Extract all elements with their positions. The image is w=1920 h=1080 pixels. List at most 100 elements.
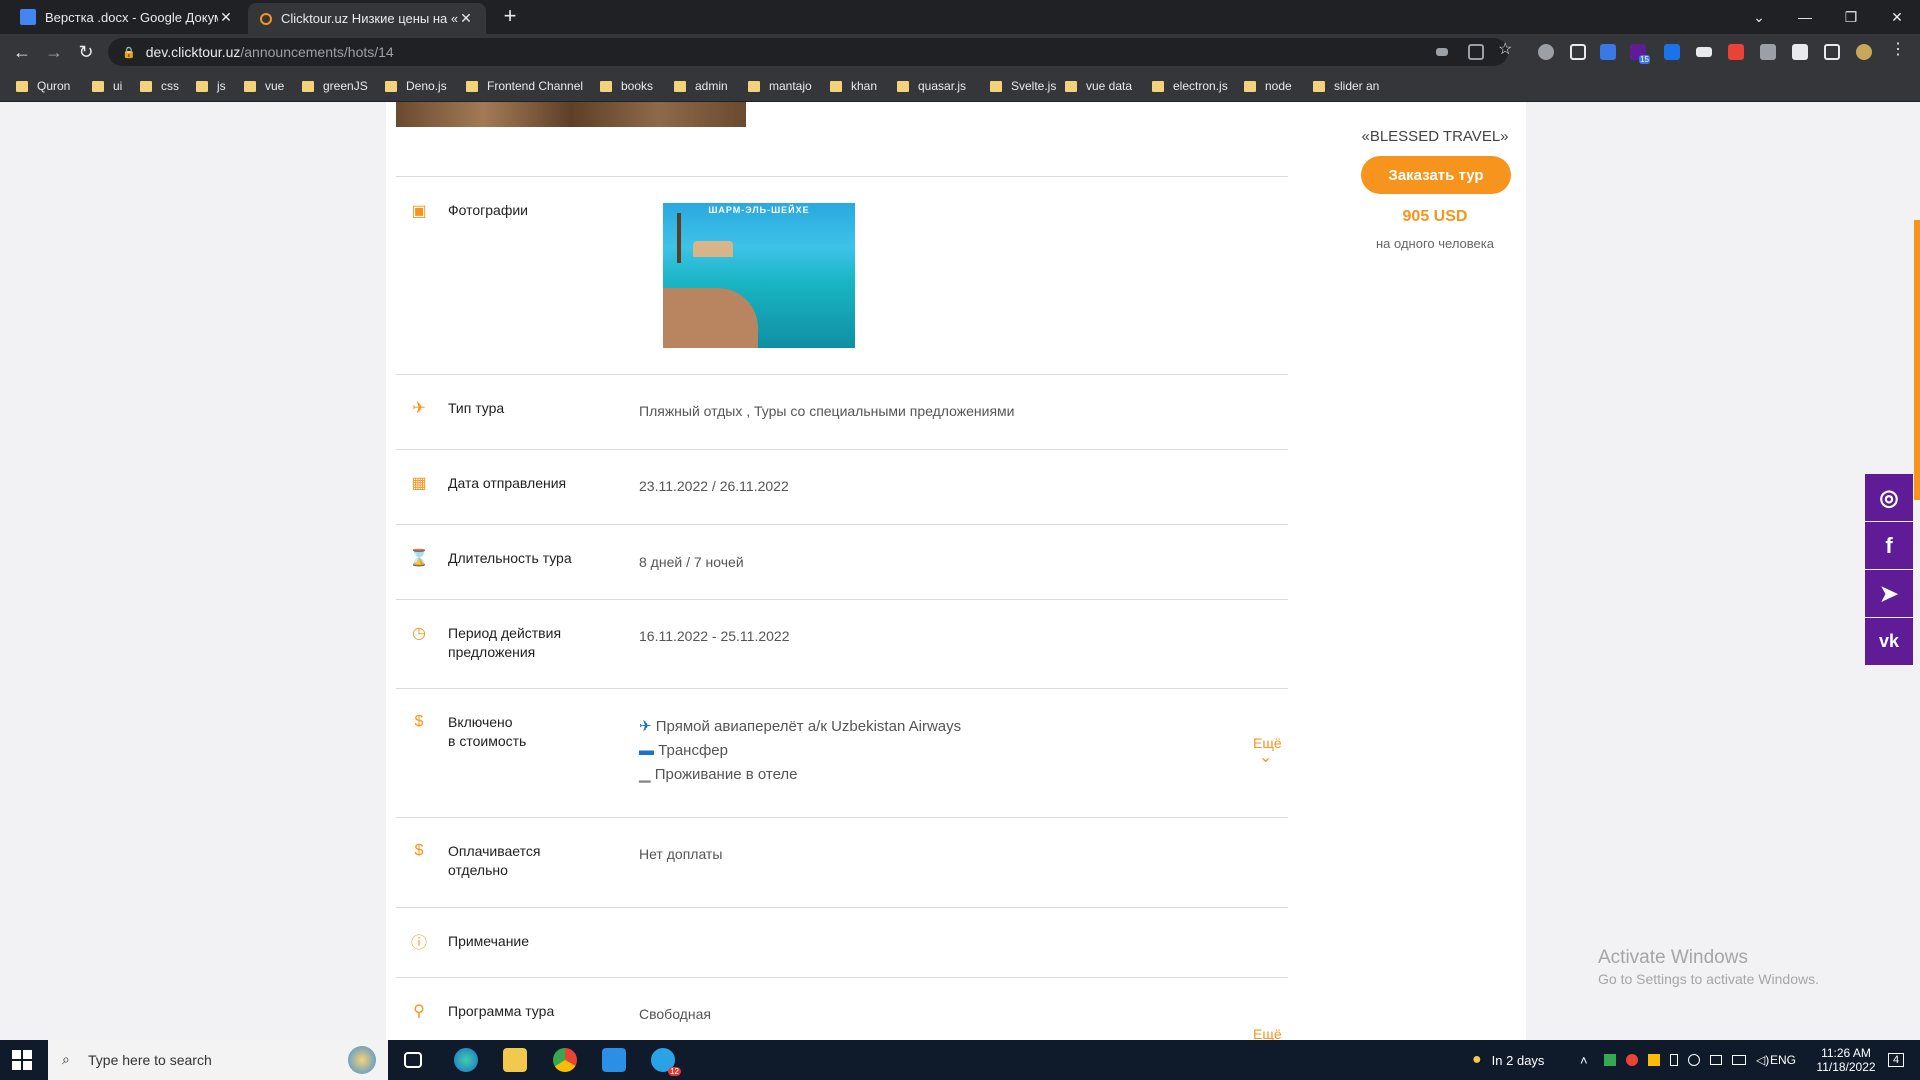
vk-icon[interactable]: vk <box>1865 618 1913 665</box>
extensions-puzzle-icon[interactable] <box>1792 44 1808 60</box>
chevron-down-icon[interactable]: ⌄ <box>1259 747 1272 767</box>
tray-chevron-icon[interactable]: ˄ <box>1580 1040 1588 1080</box>
tab-title: Верстка .docx - Google Докумен <box>45 9 218 25</box>
bookmark-folder[interactable]: greenJS <box>302 70 368 102</box>
share-icon[interactable] <box>1468 44 1484 60</box>
extension-cast-icon[interactable] <box>1696 47 1712 57</box>
bookmark-folder[interactable]: Frontend Channel <box>466 70 583 102</box>
bookmark-folder[interactable]: vue data <box>1065 70 1132 102</box>
maximize-button[interactable]: ❐ <box>1828 0 1874 34</box>
extension-badge-icon[interactable]: 15 <box>1630 44 1650 64</box>
close-window-button[interactable]: ✕ <box>1874 0 1920 34</box>
vue-devtools-icon[interactable] <box>1760 44 1776 60</box>
telegram-app-icon[interactable]: 12 <box>651 1048 681 1076</box>
folder-icon <box>16 80 28 92</box>
url-input[interactable]: 🔒 dev.clicktour.uz/announcements/hots/14 <box>108 38 1508 66</box>
extension-record-icon[interactable] <box>1728 44 1744 60</box>
bookmark-folder[interactable]: Svelte.js <box>990 70 1056 102</box>
minimize-button[interactable]: — <box>1782 0 1828 34</box>
bookmark-folder[interactable]: node <box>1244 70 1292 102</box>
facebook-icon[interactable]: f <box>1865 522 1913 569</box>
close-tab-button[interactable]: ✕ <box>458 10 474 27</box>
bookmark-folder[interactable]: khan <box>830 70 877 102</box>
row-program: ⚲ Программа тура Свободная Ещё <box>396 977 1288 1042</box>
notifications-icon[interactable]: 4 <box>1882 1040 1910 1080</box>
language-indicator[interactable]: ENG <box>1770 1040 1796 1080</box>
clock-icon: ◷ <box>412 625 426 642</box>
reload-button[interactable]: ↻ <box>74 40 98 64</box>
bookmark-folder[interactable]: Deno.js <box>385 70 447 102</box>
folder-icon <box>196 80 208 92</box>
calendar-icon: ▦ <box>411 475 427 492</box>
bookmark-folder[interactable]: quasar.js <box>897 70 966 102</box>
agency-name[interactable]: «BLESSED TRAVEL» <box>1360 128 1510 145</box>
bookmark-folder[interactable]: js <box>196 70 226 102</box>
new-tab-button[interactable]: + <box>498 4 522 28</box>
address-bar-row: ← → ↻ 🔒 dev.clicktour.uz/announcements/h… <box>0 34 1920 70</box>
vscode-icon[interactable] <box>602 1048 626 1072</box>
settings-tray-icon[interactable] <box>1688 1054 1700 1066</box>
close-tab-button[interactable]: ✕ <box>218 9 234 26</box>
bookmark-star-icon[interactable]: ☆ <box>1498 42 1514 58</box>
key-icon[interactable] <box>1436 48 1448 56</box>
row-departure: ▦ Дата отправления 23.11.2022 / 26.11.20… <box>396 449 1288 524</box>
folder-icon <box>244 80 256 92</box>
edge-icon[interactable] <box>454 1048 478 1072</box>
bookmark-folder[interactable]: books <box>600 70 653 102</box>
bookmark-folder[interactable]: vue <box>244 70 284 102</box>
order-tour-button[interactable]: Заказать тур <box>1361 156 1511 194</box>
folder-icon <box>92 80 104 92</box>
search-placeholder: Type here to search <box>88 1052 212 1068</box>
windows-taskbar: ⌕ Type here to search 12 ● In 2 days ˄ ◁… <box>0 1040 1920 1080</box>
usb-icon[interactable] <box>1670 1054 1678 1066</box>
folder-icon <box>600 80 612 92</box>
chrome-tray-icon[interactable] <box>1626 1054 1638 1066</box>
bookmark-folder[interactable]: ui <box>92 70 122 102</box>
bookmark-folder[interactable]: admin <box>674 70 728 102</box>
bookmark-folder[interactable]: mantajo <box>748 70 812 102</box>
network-icon[interactable] <box>1732 1055 1746 1065</box>
tab-clicktour[interactable]: Clicktour.uz Низкие цены на «вы ✕ <box>248 3 486 34</box>
telegram-icon[interactable]: ➤ <box>1865 570 1913 617</box>
translate-icon[interactable] <box>1664 44 1680 60</box>
file-explorer-icon[interactable] <box>503 1048 527 1072</box>
windows-start-icon[interactable] <box>12 1050 32 1070</box>
profile-avatar[interactable] <box>1856 44 1872 60</box>
camera-icon[interactable] <box>1710 1055 1722 1065</box>
row-label: Фотографии <box>448 202 529 218</box>
row-label: Период действия предложения <box>448 624 561 662</box>
rock-shape <box>663 288 758 348</box>
volume-icon[interactable]: ◁) <box>1756 1053 1769 1067</box>
taskbar-search-input[interactable]: ⌕ Type here to search <box>48 1040 388 1080</box>
weather-widget[interactable]: ● In 2 days <box>1472 1040 1544 1080</box>
hourglass-icon: ⌛ <box>409 550 429 567</box>
tab-google-docs[interactable]: Верстка .docx - Google Докумен ✕ <box>8 0 246 34</box>
shield-icon[interactable] <box>1648 1054 1660 1066</box>
extension-window-icon[interactable] <box>1570 44 1586 60</box>
row-label-line2: отдельно <box>448 862 508 878</box>
included-item-text: Трансфер <box>658 742 728 759</box>
extension-globe-icon[interactable] <box>1538 44 1554 60</box>
bed-icon: ▁ <box>639 766 655 783</box>
tab-search-icon[interactable]: ⌄ <box>1736 0 1782 34</box>
bookmark-folder[interactable]: slider an <box>1313 70 1379 102</box>
google-docs-icon <box>20 9 36 25</box>
folder-icon <box>302 80 314 92</box>
flag-icon[interactable] <box>1604 1054 1616 1066</box>
page-scrollbar[interactable] <box>1914 220 1920 500</box>
folder-icon <box>897 80 909 92</box>
clock[interactable]: 11:26 AM 11/18/2022 <box>1806 1040 1886 1080</box>
side-panel-icon[interactable] <box>1824 44 1840 60</box>
forward-button[interactable]: → <box>42 40 66 64</box>
bookmark-folder[interactable]: Quron <box>16 70 70 102</box>
bookmark-folder[interactable]: electron.js <box>1152 70 1228 102</box>
menu-dots-icon[interactable]: ⋮ <box>1890 42 1906 58</box>
bookmark-folder[interactable]: css <box>140 70 179 102</box>
hotel-gallery-image[interactable] <box>396 102 746 127</box>
back-button[interactable]: ← <box>10 40 34 64</box>
task-view-icon[interactable] <box>404 1052 422 1068</box>
extension-s-icon[interactable] <box>1600 44 1616 60</box>
instagram-icon[interactable]: ◎ <box>1865 474 1913 521</box>
chrome-icon[interactable] <box>553 1048 577 1072</box>
tour-photo[interactable]: ШАРМ-ЭЛЬ-ШЕЙХЕ <box>663 203 855 348</box>
